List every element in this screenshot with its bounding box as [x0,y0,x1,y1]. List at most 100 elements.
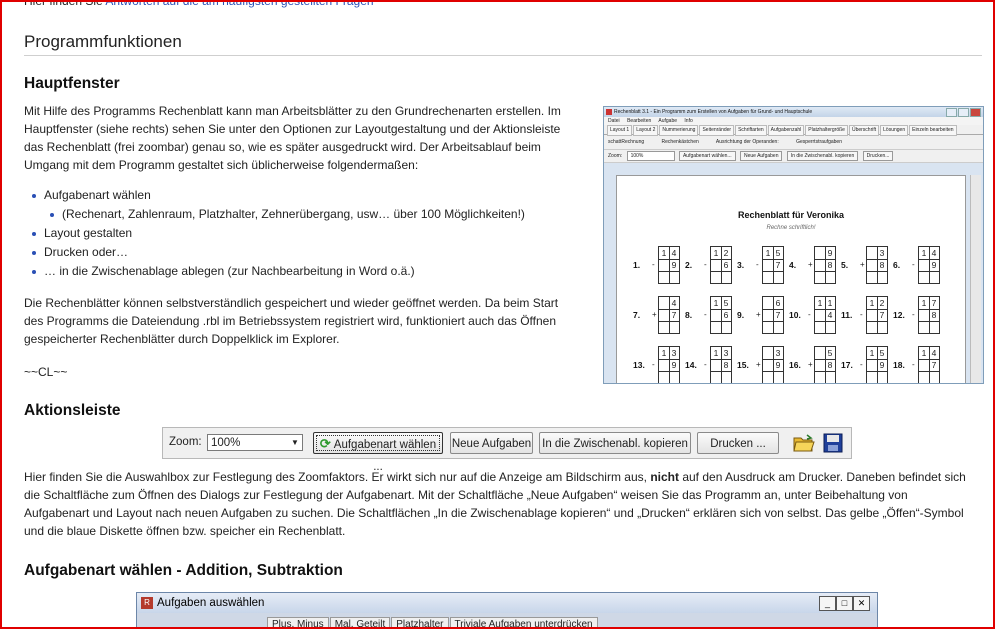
aufgabenart-button[interactable]: ⟳ Aufgabenart wählen ... [313,432,443,473]
list-item: Aufgabenart wählen [30,186,590,205]
print-button[interactable]: Drucken ... [697,432,779,454]
dialog-title: Aufgaben auswählen [157,597,265,609]
digit: 6 [775,298,781,308]
text-line: Die Rechenblätter können selbstverständl… [24,296,559,310]
problem-number: 15. [737,360,749,370]
digit: 1 [713,298,719,308]
problem: 12. -1 7 8 [893,296,945,336]
save-disk-icon[interactable] [823,433,843,453]
open-folder-icon[interactable] [793,433,815,453]
faq-link[interactable]: Antworten auf die am häufigsten gestellt… [105,2,373,8]
problem-operator: - [912,260,915,269]
hauptfenster-paragraph-2: Die Rechenblätter können selbstverständl… [24,294,594,348]
digit: 9 [671,360,677,370]
aktionsleiste-paragraph: Hier finden Sie die Auswahlbox zur Festl… [24,468,984,540]
digit: 8 [827,360,833,370]
digit: 3 [775,348,781,358]
copy-clipboard-button[interactable]: In die Zwischenabl. kopieren [539,432,691,454]
hauptfenster-paragraph-1: Mit Hilfe des Programms Rechenblatt kann… [24,102,594,174]
app-icon [606,109,612,115]
zoom-value: 100% [211,437,241,449]
digit: 2 [879,298,885,308]
digit: 6 [723,260,729,270]
problem-number: 8. [685,310,693,320]
text-emphasis: nicht [650,470,679,484]
digit: 4 [931,248,937,258]
list-item: … in die Zwischenablage ablegen (zur Nac… [30,262,590,281]
tab-triviale-aufgaben[interactable]: Triviale Aufgaben unterdrücken [449,617,598,627]
problem-operator: + [756,360,761,369]
digit: 6 [723,310,729,320]
action-toolbar: Zoom: 100% ▼ ⟳ Aufgabenart wählen ... Neu… [162,427,852,473]
problem-operator: + [756,310,761,319]
maximize-icon[interactable]: □ [836,596,853,611]
problem-operator: - [704,260,707,269]
digit: 7 [775,310,781,320]
digit: 1 [921,248,927,258]
tab-platzhalter[interactable]: Platzhalter [391,617,449,627]
digit: 8 [931,310,937,320]
digit: 1 [827,298,833,308]
problem-number: 9. [737,310,745,320]
minimize-icon [946,108,957,117]
screenshot-toolbar: Zoom: 100% Aufgabenart wählen... Neue Au… [604,149,983,163]
problem-number: 7. [633,310,641,320]
digit: 1 [661,248,667,258]
page-frame: Hier finden Sie Antworten auf die am häu… [0,0,995,629]
problem: 17. -1 5 9 [841,346,893,383]
text-line: Aufgabenart und Layout nach neuen Aufgab… [24,506,964,520]
digit: 9 [827,248,833,258]
text-line: Mit Hilfe des Programms Rechenblatt kann… [24,104,561,118]
tab: Lösungen [880,125,909,136]
chevron-down-icon[interactable]: ▼ [288,435,302,450]
problem: 6. -1 4 9 [893,246,945,286]
problem-number: 2. [685,260,693,270]
problem: 13. -1 3 9 [633,346,685,383]
problem-boxes: 39 [762,346,784,383]
text-span: Hier finden Sie die Auswahlbox zur Festl… [24,470,647,484]
problem: 14. -1 3 8 [685,346,737,383]
tab-plus-minus[interactable]: Plus, Minus [267,617,329,627]
digit: 8 [827,260,833,270]
problem: 11. -1 2 7 [841,296,893,336]
problem-number: 10. [789,310,801,320]
faq-line: Hier finden Sie Antworten auf die am häu… [24,2,374,10]
problem-operator: - [912,360,915,369]
digit: 1 [713,248,719,258]
zoom-label: Zoom: [608,153,623,159]
text-line: Hauptfenster (siehe rechts) sehen Sie un… [24,122,561,136]
problem-boxes: 114 [814,296,836,334]
minimize-icon[interactable]: _ [819,596,836,611]
digit: 1 [921,348,927,358]
digit: 8 [879,260,885,270]
app-icon: R [141,597,153,609]
digit: 7 [775,260,781,270]
neue-aufgaben-button[interactable]: Neue Aufgaben [450,432,533,454]
heading-aktionsleiste: Aktionsleiste [24,402,121,419]
digit: 1 [869,298,875,308]
option: Rechenkästchen [661,139,699,145]
problem-operator: - [704,360,707,369]
menu-item: Bearbeiten [627,118,652,124]
text-line: Umgang mit dem Programm gestaltet sich ü… [24,158,419,172]
menu-item: Info [684,118,693,124]
problem-number: 12. [893,310,905,320]
problem-boxes: 98 [814,246,836,284]
zoom-select[interactable]: 100% ▼ [207,434,303,451]
list-item: (Rechenart, Zahlenraum, Platzhalter, Zeh… [48,205,590,224]
digit: 1 [713,348,719,358]
problem-boxes: 15 9 [866,346,888,383]
close-icon[interactable]: ✕ [853,596,870,611]
problem: 5. +3 8 [841,246,893,286]
problem-number: 3. [737,260,745,270]
scrollbar [970,175,981,383]
close-icon [970,108,981,117]
problem-operator: + [652,310,657,319]
problem-number: 4. [789,260,797,270]
tab-mal-geteilt[interactable]: Mal, Geteilt [329,617,391,627]
problem-boxes: 47 [658,296,680,334]
text-line: das Rechenblatt (frei zoombar) genau so,… [24,140,541,154]
program-screenshot: Rechenblatt 3.1 - Ein Programm zum Erste… [603,106,984,384]
signature: ~~CL~~ [24,365,68,379]
heading-aufgabenart: Aufgabenart wählen - Addition, Subtrakti… [24,562,343,579]
